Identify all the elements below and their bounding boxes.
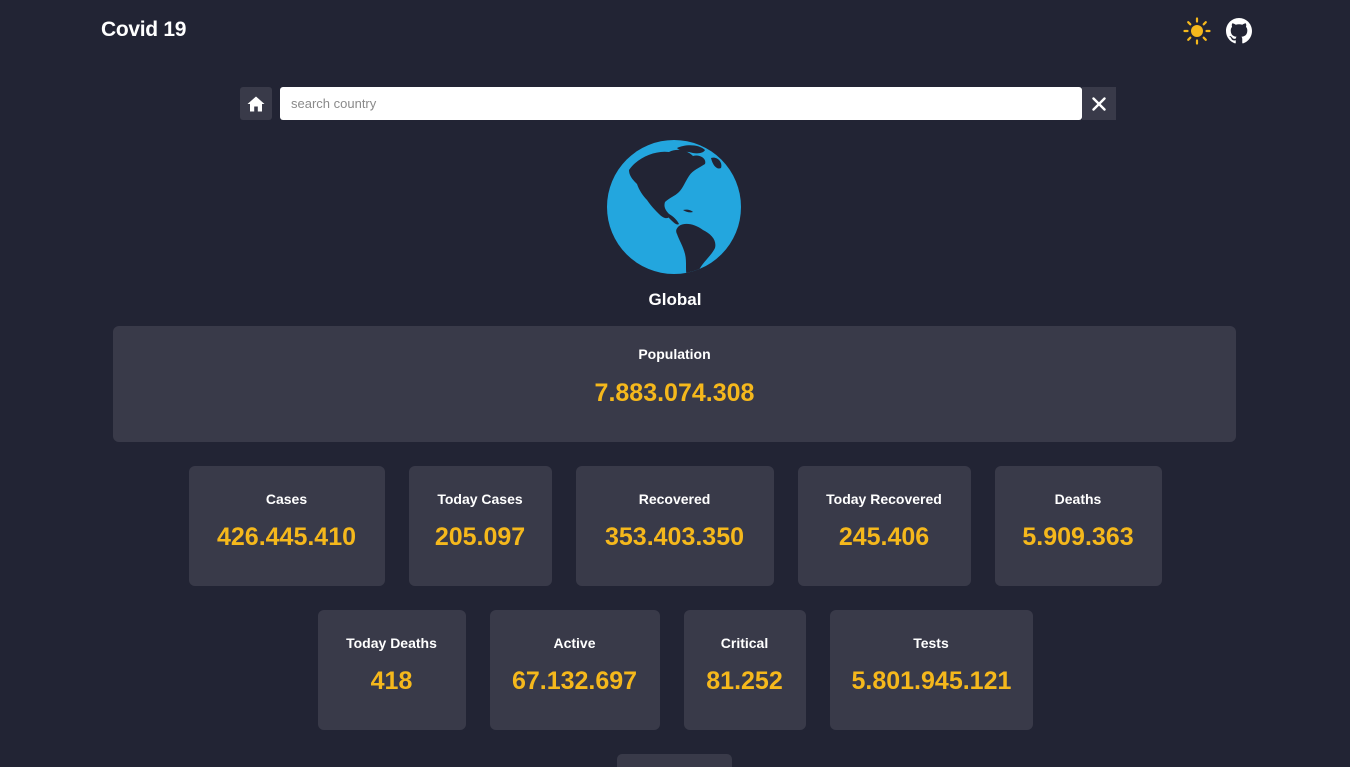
stat-label: Deaths [1054,491,1102,507]
population-label: Population [638,346,711,362]
search-country-input[interactable] [280,87,1082,120]
app-root: Covid 19 search country Global Populatio… [0,0,1350,767]
stat-card-today-recovered: Today Recovered 245.406 [797,466,971,586]
stat-label: Recovered [638,491,711,507]
stat-label: Active [553,635,596,651]
stat-label: Tests [913,635,949,651]
stat-value: 418 [370,667,413,695]
stat-value: 426.445.410 [216,523,357,551]
stat-value: 5.909.363 [1022,523,1134,551]
population-value: 7.883.074.308 [594,379,755,407]
stat-card-active: Active 67.132.697 [489,610,660,730]
population-card: Population 7.883.074.308 [113,326,1236,442]
stat-card-recovered: Recovered 353.403.350 [575,466,774,586]
stat-value: 205.097 [434,523,526,551]
brand-title[interactable]: Covid 19 [101,18,186,42]
search-bar [240,87,1116,120]
clear-search-button[interactable] [1082,87,1116,120]
partial-card [617,754,732,767]
github-icon [1226,18,1252,44]
stat-label: Cases [265,491,308,507]
stat-card-today-cases: Today Cases 205.097 [408,466,552,586]
globe-icon [607,140,741,274]
stat-label: Today Deaths [346,635,437,651]
home-icon [247,96,265,111]
globe-image [607,140,741,274]
stat-value: 5.801.945.121 [851,667,1012,695]
stats-row-primary: Cases 426.445.410 Today Cases 205.097 Re… [0,466,1350,586]
stat-label: Today Recovered [826,491,942,507]
stat-value: 353.403.350 [604,523,745,551]
close-icon [1092,96,1106,111]
stat-value: 81.252 [706,667,783,695]
sun-icon [1183,17,1211,45]
stats-row-secondary: Today Deaths 418 Active 67.132.697 Criti… [0,610,1350,730]
stat-value: 67.132.697 [511,667,638,695]
home-button[interactable] [240,87,272,120]
stat-value: 245.406 [838,523,930,551]
stat-card-cases: Cases 426.445.410 [188,466,385,586]
stat-label: Critical [720,635,769,651]
stat-card-deaths: Deaths 5.909.363 [994,466,1162,586]
stat-label: Today Cases [437,491,523,507]
stat-card-critical: Critical 81.252 [683,610,806,730]
header-actions [1183,17,1253,45]
stat-card-tests: Tests 5.801.945.121 [829,610,1033,730]
theme-toggle-button[interactable] [1183,17,1211,45]
stat-card-today-deaths: Today Deaths 418 [317,610,466,730]
location-name: Global [648,290,702,309]
github-link[interactable] [1225,17,1253,45]
